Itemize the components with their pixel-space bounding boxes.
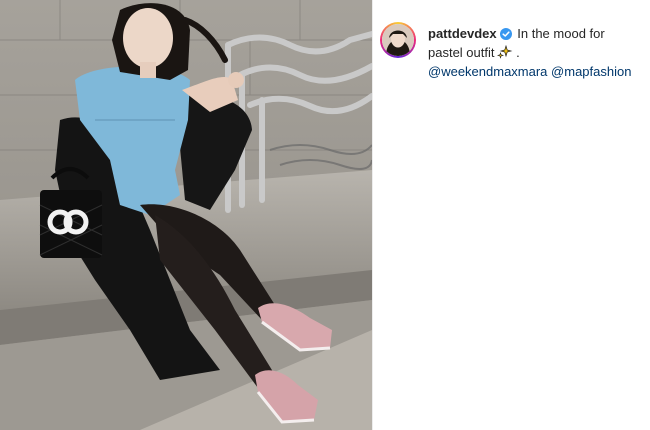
sparkles-icon bbox=[496, 44, 513, 63]
mention-link[interactable]: @weekendmaxmara bbox=[428, 64, 547, 79]
caption-suffix: . bbox=[512, 45, 520, 60]
avatar-face-icon bbox=[382, 24, 414, 56]
mention-link[interactable]: @mapfashion bbox=[551, 64, 631, 79]
post-caption: pattdevdex In the mood for pastel outfit… bbox=[428, 25, 642, 80]
username-link[interactable]: pattdevdex bbox=[428, 26, 497, 41]
pane-divider bbox=[372, 0, 373, 430]
post-photo[interactable] bbox=[0, 0, 372, 430]
avatar[interactable] bbox=[380, 22, 416, 58]
avatar-photo bbox=[382, 24, 414, 56]
verified-badge-icon bbox=[499, 27, 512, 44]
post-photo-art bbox=[0, 0, 372, 430]
